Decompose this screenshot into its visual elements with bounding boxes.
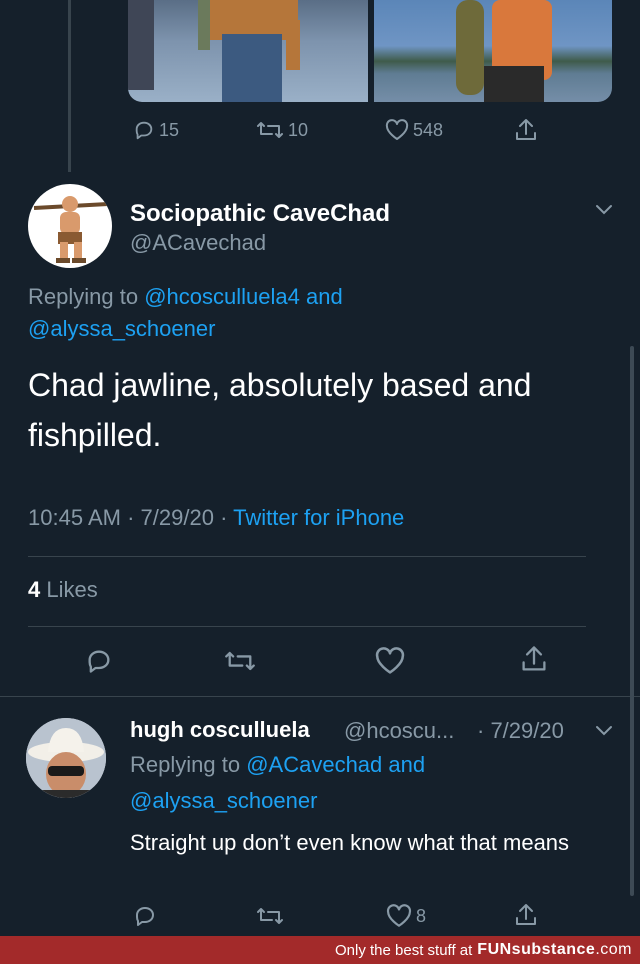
divider xyxy=(28,556,586,557)
photo-person-icon xyxy=(198,0,300,102)
reply-icon xyxy=(88,650,110,673)
main-replying-to: Replying to @hcosculluela4 and @alyssa_s… xyxy=(28,281,588,345)
chevron-down-icon[interactable] xyxy=(594,203,614,217)
main-like-button[interactable] xyxy=(374,647,406,675)
main-display-name[interactable]: Sociopathic CaveChad xyxy=(130,200,390,228)
share-icon xyxy=(522,646,546,671)
watermark-footer: Only the best stuff at FUNsubstance.com xyxy=(0,936,640,964)
reply-icon xyxy=(135,121,153,140)
reply-tweet-text: Straight up don’t even know what that me… xyxy=(130,830,570,855)
retweet-icon xyxy=(225,651,255,671)
meta-dot: · xyxy=(220,505,228,530)
hugh-avatar[interactable] xyxy=(26,718,106,798)
share-icon xyxy=(516,119,536,140)
main-retweet-button[interactable] xyxy=(224,648,256,674)
footer-tagline: Only the best stuff at xyxy=(334,941,473,959)
cowboy-avatar-icon xyxy=(26,718,106,798)
replying-prefix: Replying to xyxy=(28,284,139,309)
prev-like-count: 548 xyxy=(413,119,444,140)
reply-retweet-button[interactable] xyxy=(256,905,284,927)
mention-acavechad[interactable]: @ACavechad xyxy=(246,752,382,777)
replying-prefix: Replying to xyxy=(130,752,241,777)
footer-brand: FUNsubstance.com xyxy=(477,941,632,959)
main-share-button[interactable] xyxy=(520,644,548,674)
reply-like-button[interactable]: 8 xyxy=(386,904,426,928)
media-image-right[interactable] xyxy=(374,0,612,102)
caveman-avatar-icon xyxy=(33,196,109,263)
reply-display-name[interactable]: hugh cosculluela xyxy=(130,717,310,743)
heart-icon xyxy=(386,904,412,927)
mention-alyssa-schoener[interactable]: @alyssa_schoener xyxy=(130,788,317,813)
likes-count: 4 xyxy=(28,577,41,602)
likes-summary[interactable]: 4 Likes xyxy=(28,577,98,603)
prev-share-action[interactable] xyxy=(514,117,538,143)
reply-icon xyxy=(136,907,154,926)
reply-date[interactable]: · 7/29/20 xyxy=(477,718,564,744)
mention-hcosculluela4[interactable]: @hcosculluela4 xyxy=(144,284,300,309)
reply-reply-button[interactable] xyxy=(133,904,157,928)
footer-brand-suffix: .com xyxy=(595,941,632,958)
main-handle[interactable]: @ACavechad xyxy=(130,230,266,256)
meta-dot: · xyxy=(127,505,135,530)
cavechad-avatar[interactable] xyxy=(28,184,112,268)
prev-reply-action[interactable]: 15 xyxy=(133,119,179,141)
scrollbar[interactable] xyxy=(630,346,634,896)
heart-icon xyxy=(375,647,405,674)
heart-icon xyxy=(385,119,409,140)
prev-retweet-action[interactable]: 10 xyxy=(256,119,308,141)
replying-and: and xyxy=(305,284,343,309)
reply-share-button[interactable] xyxy=(514,902,538,928)
reply-like-count: 8 xyxy=(416,905,427,926)
main-tweet-text: Chad jawline, absolutely based and fishp… xyxy=(28,367,532,453)
replying-and: and xyxy=(388,752,426,777)
reply-handle[interactable]: @hcoscu... xyxy=(344,718,454,744)
tweet-meta: 10:45 AM · 7/29/20 · Twitter for iPhone xyxy=(28,505,404,531)
thread-line xyxy=(68,0,71,172)
tweet-date: 7/29/20 xyxy=(140,505,214,530)
main-reply-button[interactable] xyxy=(85,647,113,675)
reply-replying-to: Replying to @ACavechad and @alyssa_schoe… xyxy=(130,747,610,819)
mention-alyssa-schoener[interactable]: @alyssa_schoener xyxy=(28,316,215,341)
prev-retweet-count: 10 xyxy=(288,119,309,140)
prev-reply-count: 15 xyxy=(159,119,180,140)
retweet-icon xyxy=(257,122,283,138)
share-icon xyxy=(516,904,536,925)
divider xyxy=(0,696,640,697)
retweet-icon xyxy=(257,908,283,924)
media-image-left[interactable] xyxy=(128,0,368,102)
tweet-time: 10:45 AM xyxy=(28,505,121,530)
divider xyxy=(28,626,586,627)
chevron-down-icon[interactable] xyxy=(594,724,614,738)
footer-brand-name: FUNsubstance xyxy=(477,941,596,958)
prev-like-action[interactable]: 548 xyxy=(385,119,443,141)
tweet-source[interactable]: Twitter for iPhone xyxy=(233,505,404,530)
likes-label: Likes xyxy=(46,577,98,602)
